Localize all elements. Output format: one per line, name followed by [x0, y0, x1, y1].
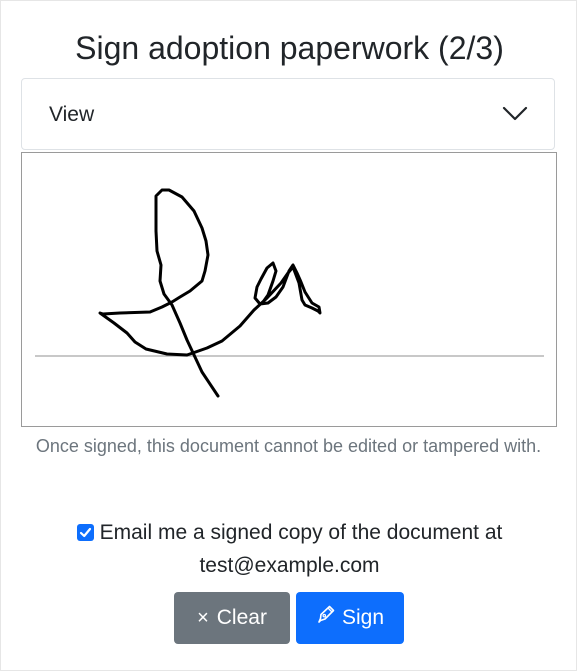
- page-title: Sign adoption paperwork (2/3): [75, 30, 504, 66]
- sign-button-label: Sign: [341, 606, 385, 629]
- email-copy-label: Email me a signed copy of the document a…: [99, 521, 503, 577]
- email-copy-checkbox[interactable]: [76, 524, 94, 541]
- signature-stroke: [98, 188, 322, 398]
- view-dropdown[interactable]: View: [21, 78, 555, 150]
- view-dropdown-label: View: [49, 103, 95, 126]
- signature-pad[interactable]: [21, 152, 557, 427]
- sign-button[interactable]: Sign: [296, 592, 404, 644]
- email-copy-option: Email me a signed copy of the document a…: [51, 516, 528, 582]
- close-icon: ×: [197, 607, 209, 629]
- sign-paperwork-panel: Sign adoption paperwork (2/3) View Once …: [0, 0, 577, 671]
- chevron-down-icon: [500, 101, 530, 125]
- tamper-notice: Once signed, this document cannot be edi…: [35, 436, 542, 456]
- pen-icon: [316, 592, 336, 644]
- clear-button[interactable]: × Clear: [174, 592, 290, 644]
- clear-button-label: Clear: [216, 606, 267, 629]
